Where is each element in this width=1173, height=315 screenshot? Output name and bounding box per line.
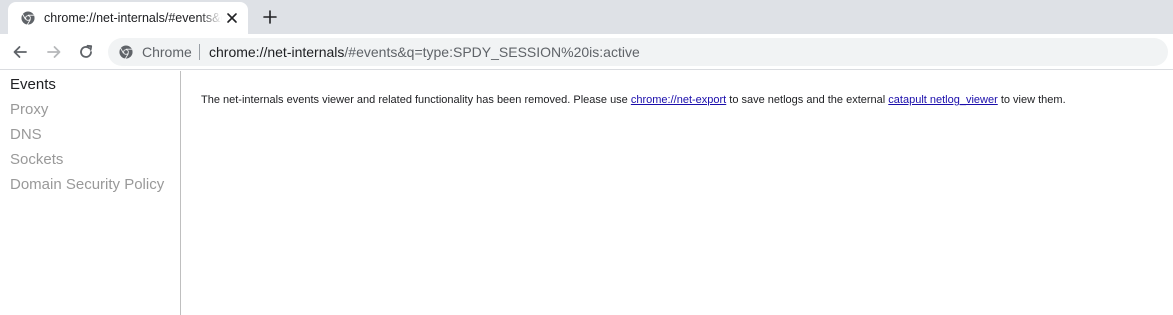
site-chip-label[interactable]: Chrome	[142, 44, 192, 60]
sidebar-item-domain-security-policy[interactable]: Domain Security Policy	[10, 175, 164, 195]
sidebar-item-sockets[interactable]: Sockets	[10, 150, 63, 170]
reload-icon[interactable]	[77, 43, 95, 61]
tab-title: chrome://net-internals/#events&q=type:SP…	[44, 10, 222, 26]
removal-notice: The net-internals events viewer and rela…	[201, 92, 1161, 108]
chrome-logo-icon[interactable]	[119, 45, 133, 59]
sidebar-item-proxy[interactable]: Proxy	[10, 100, 48, 120]
address-bar[interactable]: Chrome chrome://net-internals/#events&q=…	[108, 38, 1168, 66]
plus-icon[interactable]	[260, 7, 280, 27]
arrow-right-icon[interactable]	[45, 43, 63, 61]
netlog-viewer-link[interactable]: catapult netlog_viewer	[888, 94, 997, 106]
notice-text-2: to save netlogs and the external	[726, 94, 889, 106]
sidebar-item-dns[interactable]: DNS	[10, 125, 42, 145]
tab-net-internals[interactable]: chrome://net-internals/#events&q=type:SP…	[8, 2, 248, 34]
tab-strip: chrome://net-internals/#events&q=type:SP…	[0, 0, 1173, 34]
omnibox-separator	[199, 44, 200, 60]
notice-text-1: The net-internals events viewer and rela…	[201, 94, 631, 106]
notice-text-3: to view them.	[997, 94, 1066, 106]
url-host: chrome://net-internals	[209, 44, 345, 60]
url-path: /#events&q=type:SPDY_SESSION%20is:active	[344, 44, 640, 60]
toolbar: Chrome chrome://net-internals/#events&q=…	[0, 34, 1173, 70]
sidebar-item-events[interactable]: Events	[10, 75, 56, 95]
close-icon[interactable]	[224, 10, 240, 26]
arrow-left-icon[interactable]	[11, 43, 29, 61]
chrome-logo-icon	[21, 11, 35, 25]
url-text[interactable]: chrome://net-internals/#events&q=type:SP…	[209, 44, 640, 60]
sidebar: Events Proxy DNS Sockets Domain Security…	[0, 71, 181, 315]
net-export-link[interactable]: chrome://net-export	[631, 94, 726, 106]
